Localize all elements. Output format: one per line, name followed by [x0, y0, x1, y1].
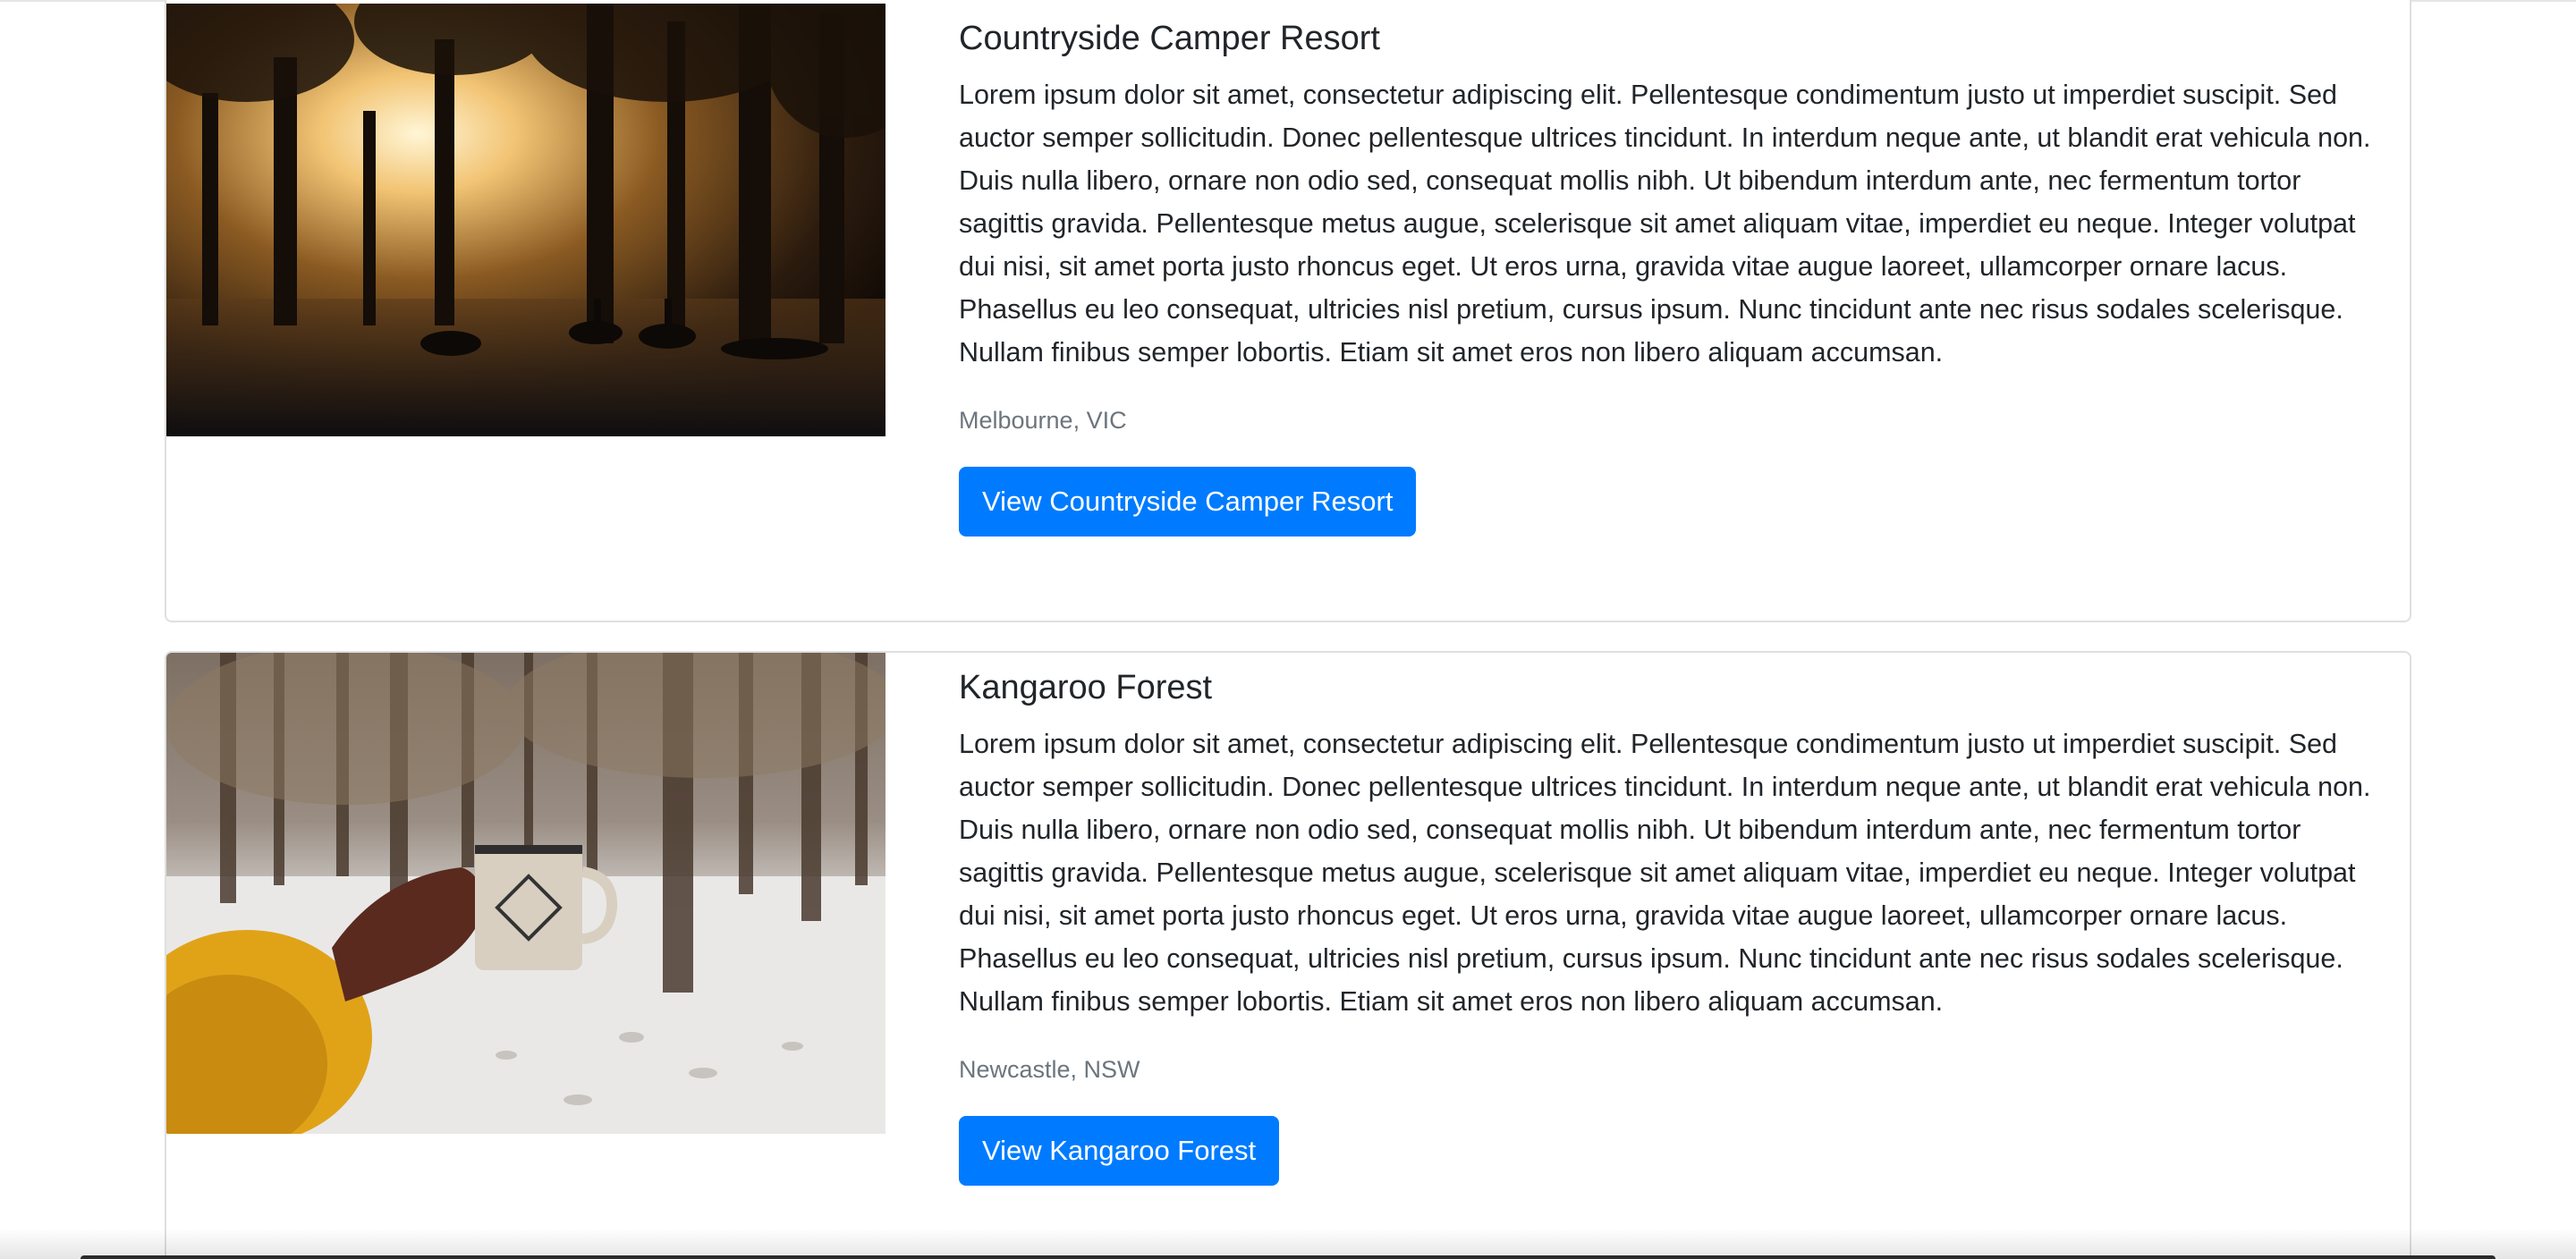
- card-body: Kangaroo Forest Lorem ipsum dolor sit am…: [959, 653, 2374, 1186]
- bottom-shadow: [0, 1229, 2576, 1259]
- view-campground-button[interactable]: View Countryside Camper Resort: [959, 467, 1417, 537]
- campground-card: Countryside Camper Resort Lorem ipsum do…: [165, 0, 2411, 622]
- campground-title: Kangaroo Forest: [959, 669, 1213, 706]
- campground-location: Melbourne, VIC: [959, 407, 1127, 434]
- bottom-edge: [80, 1255, 2496, 1259]
- campground-title: Countryside Camper Resort: [959, 20, 1380, 57]
- campground-image: [166, 653, 886, 1134]
- campground-location: Newcastle, NSW: [959, 1056, 1140, 1083]
- campground-description: Lorem ipsum dolor sit amet, consectetur …: [959, 80, 2371, 368]
- forest-sunlight-photo: [166, 4, 886, 436]
- campground-card: Kangaroo Forest Lorem ipsum dolor sit am…: [165, 651, 2411, 1259]
- snowy-forest-mug-photo: [166, 653, 886, 1134]
- campground-description: Lorem ipsum dolor sit amet, consectetur …: [959, 729, 2371, 1017]
- campground-index-page: Countryside Camper Resort Lorem ipsum do…: [0, 0, 2576, 1259]
- campground-image: [166, 4, 886, 436]
- view-campground-button[interactable]: View Kangaroo Forest: [959, 1116, 1280, 1186]
- card-body: Countryside Camper Resort Lorem ipsum do…: [959, 4, 2374, 537]
